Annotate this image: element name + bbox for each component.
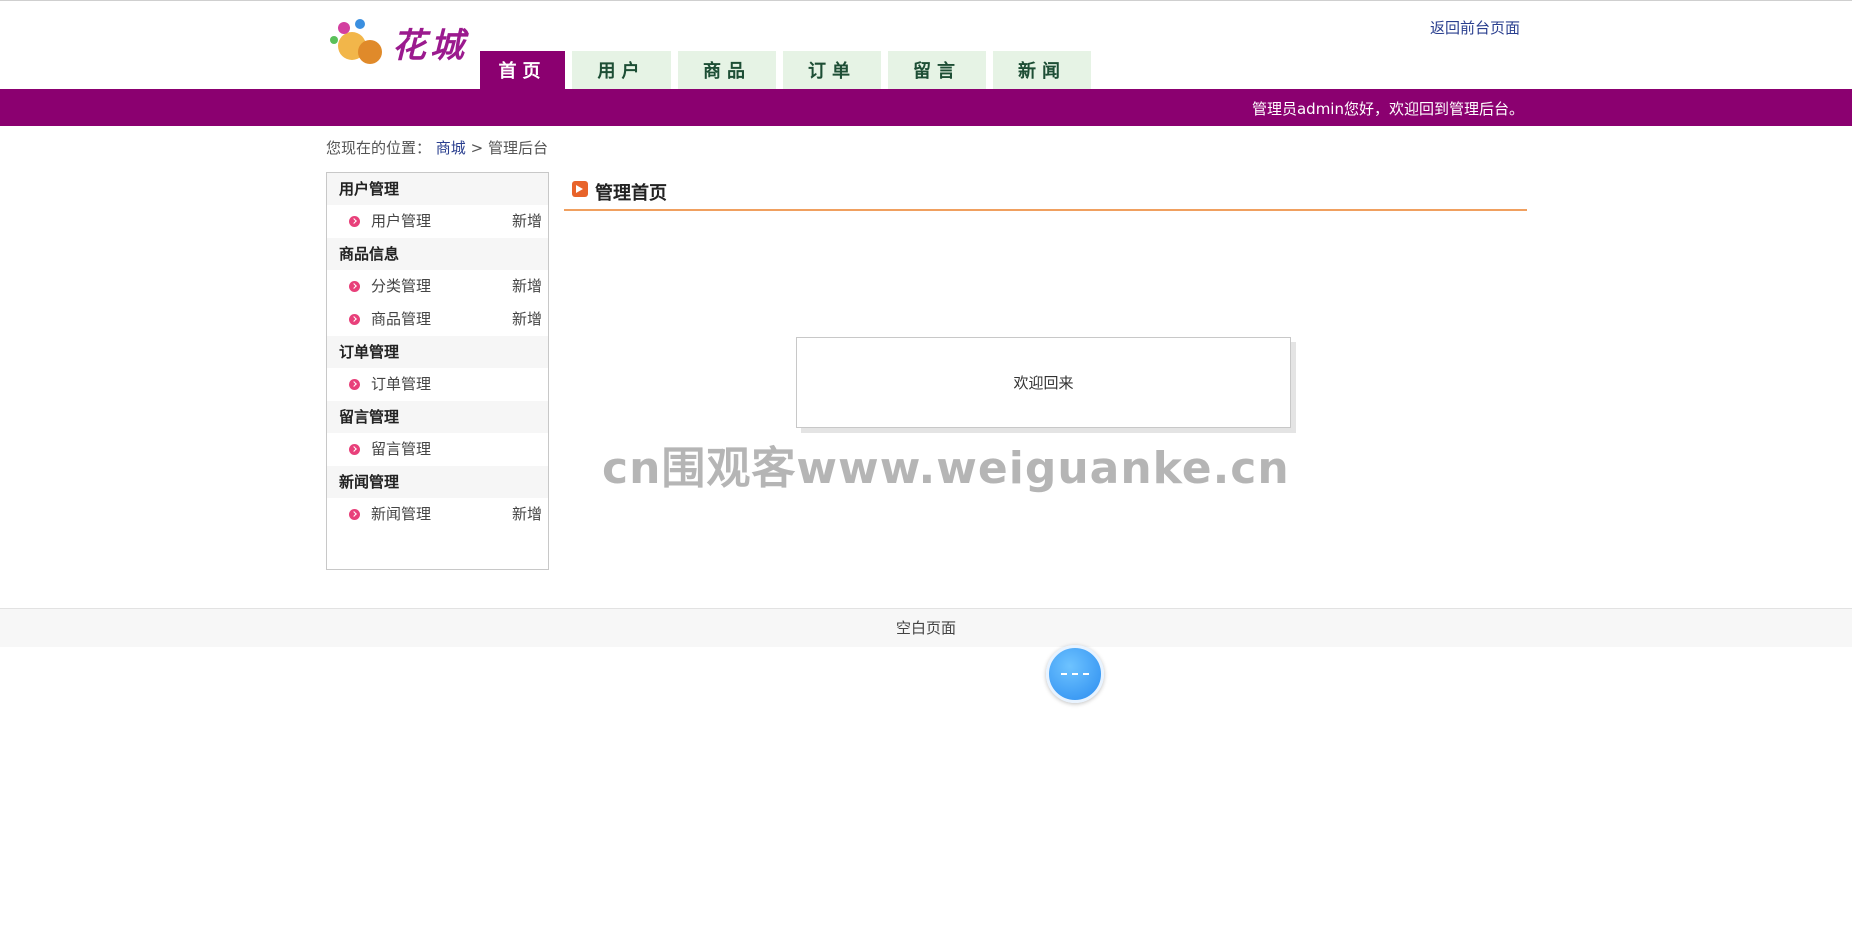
breadcrumb: 您现在的位置： 商城 > 管理后台 <box>326 137 548 158</box>
bullet-arrow-icon <box>349 314 360 325</box>
sidebar-item-news-management[interactable]: 新闻管理 新增 <box>327 498 548 531</box>
sidebar-item-label[interactable]: 分类管理 <box>371 270 431 303</box>
bullet-arrow-icon <box>349 216 360 227</box>
welcome-text: 欢迎回来 <box>1013 374 1074 392</box>
sidebar-item-label[interactable]: 用户管理 <box>371 205 431 238</box>
back-to-frontend-link[interactable]: 返回前台页面 <box>1430 17 1520 38</box>
sidebar-group-news: 新闻管理 <box>327 466 548 498</box>
sidebar-item-label[interactable]: 留言管理 <box>371 433 431 466</box>
sidebar-item-user-management[interactable]: 用户管理 新增 <box>327 205 548 238</box>
breadcrumb-current: 管理后台 <box>487 139 548 157</box>
bullet-arrow-icon <box>349 281 360 292</box>
main-nav: 首页 用户 商品 订单 留言 新闻 <box>480 51 1098 89</box>
sidebar-group-users: 用户管理 <box>327 173 548 205</box>
sidebar-group-orders: 订单管理 <box>327 336 548 368</box>
nav-tab-users[interactable]: 用户 <box>572 51 671 89</box>
sidebar-item-category-management[interactable]: 分类管理 新增 <box>327 270 548 303</box>
nav-tab-orders[interactable]: 订单 <box>783 51 881 89</box>
floating-action-button[interactable] <box>1046 645 1104 703</box>
footer-text: 空白页面 <box>895 619 956 637</box>
top-border <box>0 0 1852 1</box>
welcome-bar-text: 管理员admin您好，欢迎回到管理后台。 <box>1251 100 1524 118</box>
sidebar-item-label[interactable]: 订单管理 <box>371 368 431 401</box>
bullet-arrow-icon <box>349 444 360 455</box>
breadcrumb-prefix: 您现在的位置： <box>326 139 432 157</box>
nav-tab-home[interactable]: 首页 <box>480 51 565 89</box>
welcome-box: 欢迎回来 <box>796 337 1291 428</box>
logo-text: 花城 <box>392 26 468 66</box>
nav-tab-news[interactable]: 新闻 <box>993 51 1091 89</box>
bullet-arrow-icon <box>349 509 360 520</box>
add-product-link[interactable]: 新增 <box>512 303 542 336</box>
sidebar-group-products: 商品信息 <box>327 238 548 270</box>
sidebar-item-label[interactable]: 商品管理 <box>371 303 431 336</box>
play-arrow-icon <box>572 181 588 197</box>
nav-tab-messages[interactable]: 留言 <box>888 51 986 89</box>
add-user-link[interactable]: 新增 <box>512 205 542 238</box>
watermark: cn围观客www.weiguanke.cn <box>602 443 1290 494</box>
page-title: 管理首页 <box>595 183 667 204</box>
sidebar-item-label[interactable]: 新闻管理 <box>371 498 431 531</box>
add-news-link[interactable]: 新增 <box>512 498 542 531</box>
sidebar-item-message-management[interactable]: 留言管理 <box>327 433 548 466</box>
footer: 空白页面 <box>0 608 1852 647</box>
add-category-link[interactable]: 新增 <box>512 270 542 303</box>
sidebar-item-product-management[interactable]: 商品管理 新增 <box>327 303 548 336</box>
breadcrumb-link-mall[interactable]: 商城 <box>436 139 466 157</box>
welcome-bar: 管理员admin您好，欢迎回到管理后台。 <box>0 89 1852 126</box>
bullet-arrow-icon <box>349 379 360 390</box>
breadcrumb-separator: > <box>470 139 484 157</box>
admin-sidebar: 用户管理 用户管理 新增 商品信息 分类管理 新增 商品管理 新增 订单管理 订… <box>326 172 549 570</box>
nav-tab-products[interactable]: 商品 <box>678 51 776 89</box>
title-divider <box>564 209 1527 211</box>
sidebar-item-order-management[interactable]: 订单管理 <box>327 368 548 401</box>
sidebar-group-messages: 留言管理 <box>327 401 548 433</box>
